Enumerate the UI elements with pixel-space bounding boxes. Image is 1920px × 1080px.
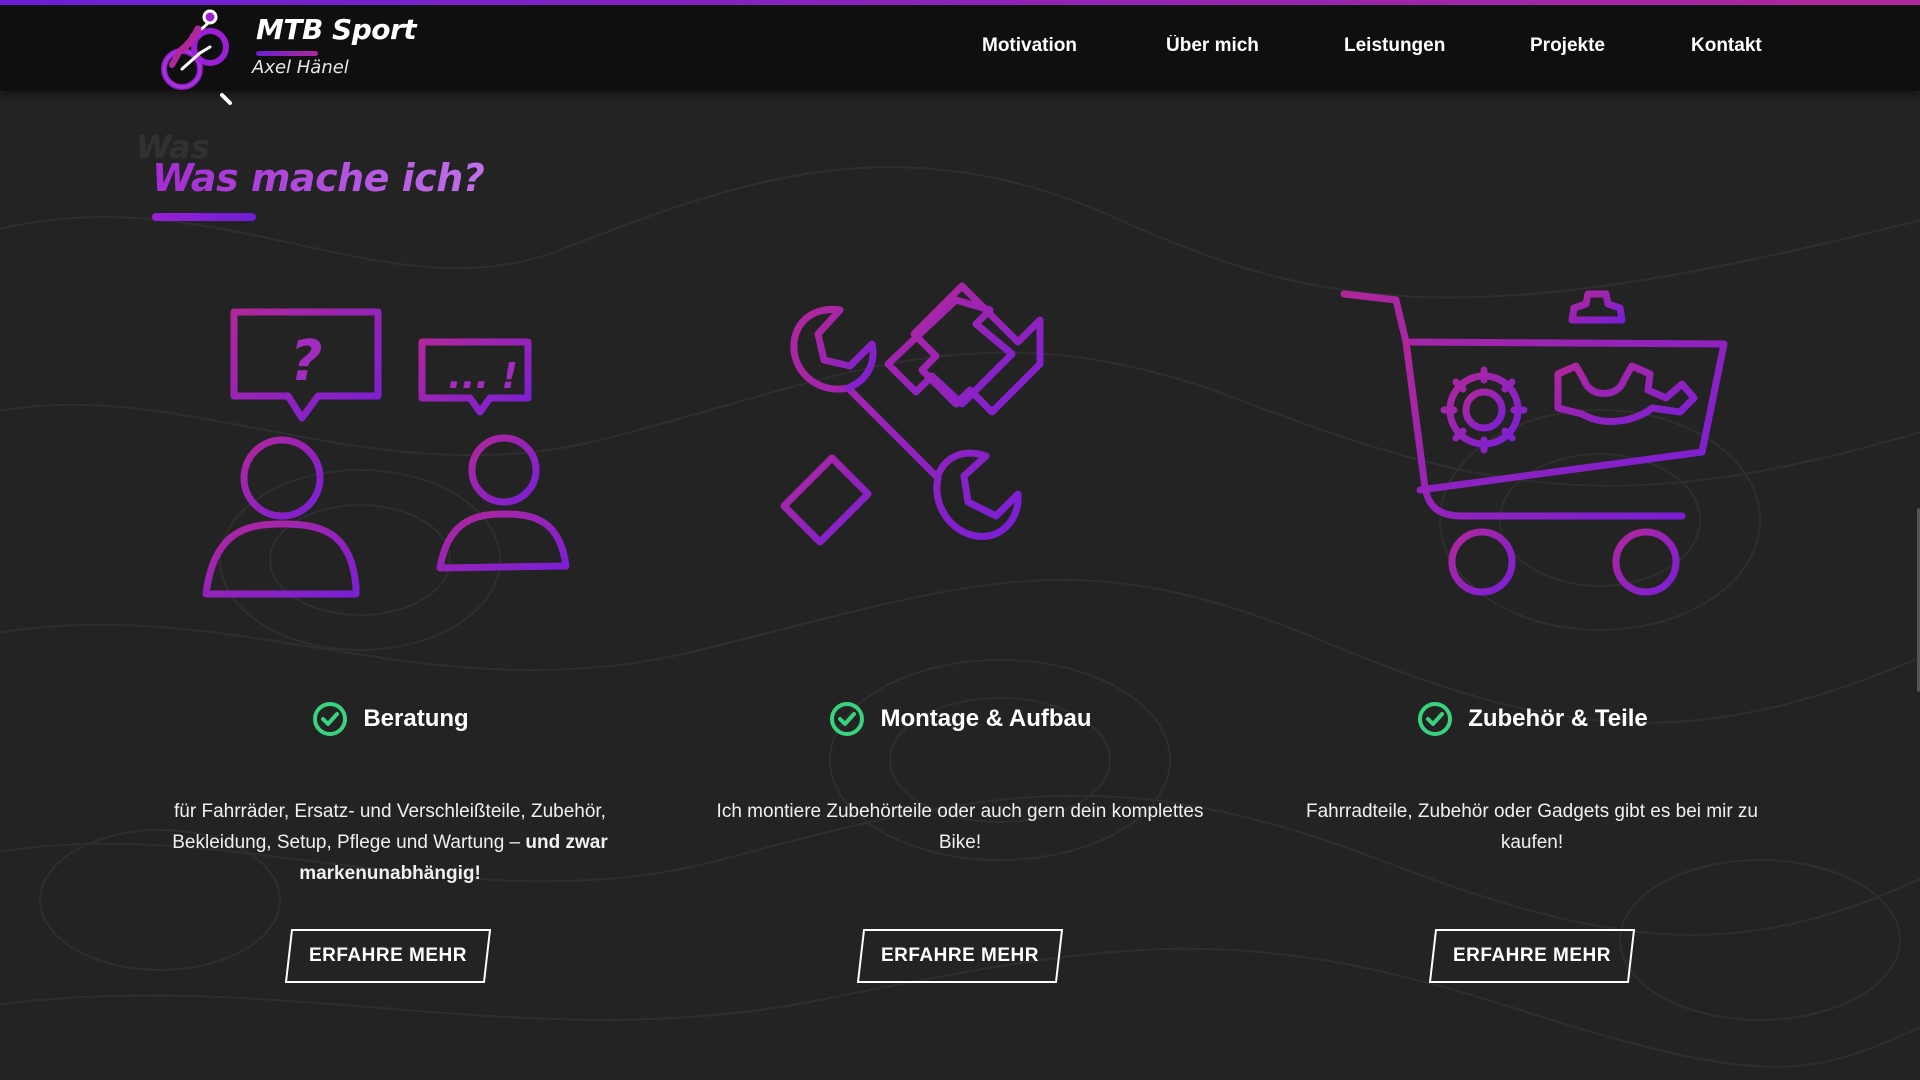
nav-item-motivation[interactable]: Motivation	[982, 35, 1077, 57]
service-title: Zubehör & Teile	[1468, 705, 1648, 732]
brand-subtitle: Axel Hänel	[252, 57, 349, 78]
learn-more-button[interactable]: ERFAHRE MEHR	[856, 928, 1064, 984]
brand-underline	[256, 51, 318, 56]
service-title: Montage & Aufbau	[880, 705, 1092, 732]
learn-more-button[interactable]: ERFAHRE MEHR	[284, 928, 492, 984]
nav-item-leistungen[interactable]: Leistungen	[1344, 35, 1445, 57]
check-circle-icon	[313, 702, 348, 736]
service-card-zubehoer: Zubehör & Teile Fahrradteile, Zubehör od…	[1272, 0, 1792, 1080]
consultation-people-icon: ? ... !	[202, 308, 570, 598]
service-description: Ich montiere Zubehörteile oder auch gern…	[710, 796, 1210, 858]
learn-more-label: ERFAHRE MEHR	[308, 945, 467, 966]
service-card-montage: Montage & Aufbau Ich montiere Zubehörtei…	[700, 0, 1220, 1080]
service-description-text: Ich montiere Zubehörteile oder auch gern…	[716, 801, 1204, 853]
mountain-biker-icon[interactable]	[152, 7, 238, 107]
service-description: für Fahrräder, Ersatz- und Verschleißtei…	[140, 796, 640, 889]
service-description-text: Fahrradteile, Zubehör oder Gadgets gibt …	[1305, 801, 1758, 853]
nav-item-ueber-mich[interactable]: Über mich	[1166, 35, 1259, 57]
service-card-beratung: ? ... ! Beratung für Fahrräder, Ersatz- …	[130, 0, 650, 1080]
nav-item-kontakt[interactable]: Kontakt	[1691, 35, 1762, 57]
wrench-screwdriver-icon	[780, 282, 1044, 546]
top-accent-line	[0, 0, 1920, 5]
service-heading: Beratung	[130, 700, 650, 738]
service-title: Beratung	[363, 705, 469, 732]
service-heading: Zubehör & Teile	[1272, 700, 1792, 738]
nav-item-projekte[interactable]: Projekte	[1530, 35, 1605, 57]
site-header: MTB Sport Axel Hänel Motivation Über mic…	[0, 5, 1920, 105]
svg-text:?: ?	[290, 329, 322, 394]
check-circle-icon	[830, 702, 865, 736]
shopping-cart-gears-icon	[1340, 290, 1728, 596]
check-circle-icon	[1418, 702, 1453, 736]
learn-more-label: ERFAHRE MEHR	[1452, 945, 1611, 966]
learn-more-button[interactable]: ERFAHRE MEHR	[1428, 928, 1636, 984]
learn-more-label: ERFAHRE MEHR	[880, 945, 1039, 966]
service-description: Fahrradteile, Zubehör oder Gadgets gibt …	[1282, 796, 1782, 858]
brand-title[interactable]: MTB Sport	[256, 13, 417, 46]
service-heading: Montage & Aufbau	[700, 700, 1220, 738]
svg-text:... !: ... !	[448, 356, 518, 397]
